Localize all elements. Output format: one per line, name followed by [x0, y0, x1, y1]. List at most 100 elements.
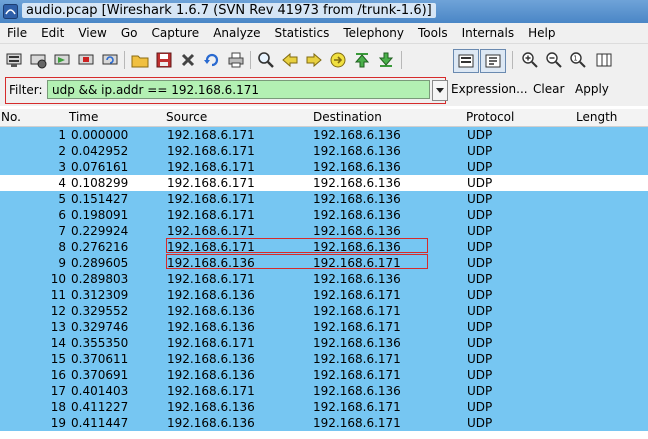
- packet-number: 3: [58, 160, 66, 174]
- packet-source: 192.168.6.171: [167, 384, 255, 398]
- menu-capture[interactable]: Capture: [144, 26, 206, 40]
- toolbar-separator: [250, 51, 251, 69]
- go-first-icon[interactable]: [352, 50, 372, 70]
- packet-number: 18: [50, 400, 66, 414]
- packet-destination: 192.168.6.171: [313, 320, 401, 334]
- menu-tools[interactable]: Tools: [411, 26, 455, 40]
- menu-analyze[interactable]: Analyze: [206, 26, 267, 40]
- open-file-icon[interactable]: [130, 50, 150, 70]
- packet-source: 192.168.6.171: [167, 336, 255, 350]
- column-header-protocol[interactable]: Protocol: [466, 110, 514, 124]
- menu-statistics[interactable]: Statistics: [267, 26, 336, 40]
- table-row[interactable]: 15 0.370611 192.168.6.136 192.168.6.171 UDP: [0, 351, 648, 367]
- packet-number: 16: [50, 368, 66, 382]
- packet-destination: 192.168.6.136: [313, 272, 401, 286]
- table-row[interactable]: 3 0.076161 192.168.6.171 192.168.6.136 UDP: [0, 159, 648, 175]
- title-bar: audio.pcap [Wireshark 1.6.7 (SVN Rev 419…: [0, 0, 648, 23]
- table-row[interactable]: 12 0.329552 192.168.6.136 192.168.6.171 UDP: [0, 303, 648, 319]
- zoom-out-icon[interactable]: [544, 50, 564, 70]
- table-row[interactable]: 6 0.198091 192.168.6.171 192.168.6.136 UDP: [0, 207, 648, 223]
- packet-source: 192.168.6.136: [167, 304, 255, 318]
- packet-source: 192.168.6.171: [167, 160, 255, 174]
- table-row[interactable]: 4 0.108299 192.168.6.171 192.168.6.136 UDP: [0, 175, 648, 191]
- zoom-normal-icon[interactable]: 1: [568, 50, 588, 70]
- packet-time: 0.108299: [71, 176, 129, 190]
- restart-capture-icon[interactable]: [100, 50, 120, 70]
- packet-protocol: UDP: [467, 368, 493, 382]
- table-row[interactable]: 10 0.289803 192.168.6.171 192.168.6.136 UDP: [0, 271, 648, 287]
- packet-protocol: UDP: [467, 304, 493, 318]
- menu-edit[interactable]: Edit: [34, 26, 71, 40]
- interface-list-icon[interactable]: [4, 50, 24, 70]
- packet-number: 10: [50, 272, 66, 286]
- table-row[interactable]: 11 0.312309 192.168.6.136 192.168.6.171 UDP: [0, 287, 648, 303]
- toolbar-separator: [124, 51, 125, 69]
- packet-protocol: UDP: [467, 400, 493, 414]
- column-header-source[interactable]: Source: [166, 110, 207, 124]
- close-file-icon[interactable]: [178, 50, 198, 70]
- zoom-in-icon[interactable]: [520, 50, 540, 70]
- packet-time: 0.076161: [71, 160, 129, 174]
- column-header-length[interactable]: Length: [576, 110, 617, 124]
- table-row[interactable]: 2 0.042952 192.168.6.171 192.168.6.136 UDP: [0, 143, 648, 159]
- menu-view[interactable]: View: [71, 26, 113, 40]
- chevron-down-icon: [436, 87, 444, 93]
- packet-time: 0.401403: [71, 384, 129, 398]
- packet-time: 0.042952: [71, 144, 129, 158]
- table-row[interactable]: 18 0.411227 192.168.6.136 192.168.6.171 UDP: [0, 399, 648, 415]
- table-row[interactable]: 14 0.355350 192.168.6.171 192.168.6.136 UDP: [0, 335, 648, 351]
- packet-number: 19: [50, 416, 66, 430]
- filter-dropdown-button[interactable]: [432, 80, 448, 101]
- table-row[interactable]: 13 0.329746 192.168.6.136 192.168.6.171 UDP: [0, 319, 648, 335]
- packet-time: 0.289605: [71, 256, 129, 270]
- packet-protocol: UDP: [467, 160, 493, 174]
- menu-internals[interactable]: Internals: [455, 26, 522, 40]
- display-filter-input[interactable]: udp && ip.addr == 192.168.6.171: [47, 80, 430, 99]
- table-row[interactable]: 8 0.276216 192.168.6.171 192.168.6.136 UDP: [0, 239, 648, 255]
- table-row[interactable]: 16 0.370691 192.168.6.136 192.168.6.171 UDP: [0, 367, 648, 383]
- column-header-time[interactable]: Time: [69, 110, 98, 124]
- go-last-icon[interactable]: [376, 50, 396, 70]
- packet-protocol: UDP: [467, 352, 493, 366]
- stop-capture-icon[interactable]: [76, 50, 96, 70]
- packet-destination: 192.168.6.136: [313, 384, 401, 398]
- auto-scroll-icon[interactable]: [480, 49, 506, 73]
- save-file-icon[interactable]: [154, 50, 174, 70]
- resize-columns-icon[interactable]: [594, 50, 614, 70]
- packet-destination: 192.168.6.171: [313, 256, 401, 270]
- table-row[interactable]: 19 0.411447 192.168.6.136 192.168.6.171 UDP: [0, 415, 648, 431]
- expression-button[interactable]: Expression...: [451, 82, 528, 96]
- colorize-icon[interactable]: [453, 49, 479, 73]
- print-icon[interactable]: [226, 50, 246, 70]
- packet-protocol: UDP: [467, 384, 493, 398]
- find-packet-icon[interactable]: [256, 50, 276, 70]
- go-back-icon[interactable]: [280, 50, 300, 70]
- go-forward-icon[interactable]: [304, 50, 324, 70]
- column-header-no[interactable]: No.: [1, 110, 21, 124]
- column-header-destination[interactable]: Destination: [313, 110, 382, 124]
- packet-destination: 192.168.6.136: [313, 192, 401, 206]
- packet-source: 192.168.6.171: [167, 192, 255, 206]
- table-row[interactable]: 1 0.000000 192.168.6.171 192.168.6.136 UDP: [0, 127, 648, 143]
- clear-button[interactable]: Clear: [533, 82, 564, 96]
- menu-help[interactable]: Help: [521, 26, 562, 40]
- table-row[interactable]: 17 0.401403 192.168.6.171 192.168.6.136 UDP: [0, 383, 648, 399]
- svg-text:1: 1: [573, 55, 577, 63]
- reload-icon[interactable]: [202, 50, 222, 70]
- filter-highlight-box: Filter: udp && ip.addr == 192.168.6.171: [5, 77, 448, 104]
- packet-protocol: UDP: [467, 128, 493, 142]
- menu-telephony[interactable]: Telephony: [336, 26, 411, 40]
- start-capture-icon[interactable]: [52, 50, 72, 70]
- table-row[interactable]: 7 0.229924 192.168.6.171 192.168.6.136 UDP: [0, 223, 648, 239]
- packet-number: 17: [50, 384, 66, 398]
- go-to-packet-icon[interactable]: [328, 50, 348, 70]
- menu-go[interactable]: Go: [114, 26, 145, 40]
- toolbar-separator: [401, 51, 402, 69]
- packet-time: 0.329552: [71, 304, 129, 318]
- table-row[interactable]: 9 0.289605 192.168.6.136 192.168.6.171 UDP: [0, 255, 648, 271]
- table-row[interactable]: 5 0.151427 192.168.6.171 192.168.6.136 UDP: [0, 191, 648, 207]
- apply-button[interactable]: Apply: [575, 82, 609, 96]
- capture-options-icon[interactable]: [28, 50, 48, 70]
- packet-destination: 192.168.6.171: [313, 304, 401, 318]
- menu-file[interactable]: File: [0, 26, 34, 40]
